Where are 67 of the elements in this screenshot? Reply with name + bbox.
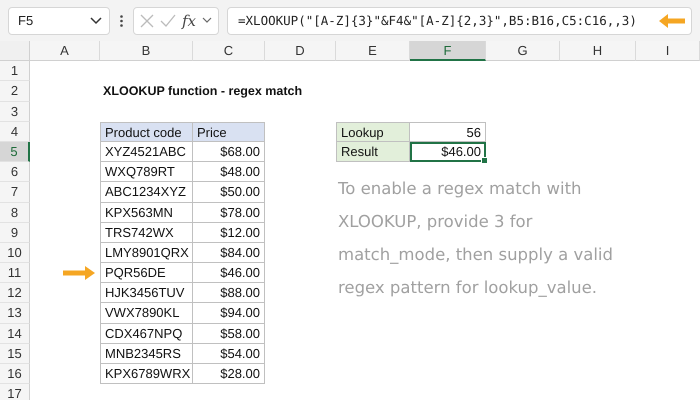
row-header[interactable]: 10 (0, 242, 30, 264)
row-header[interactable]: 5 (0, 142, 30, 162)
table-cell: KPX6789WRX (100, 364, 193, 384)
table-cell: MNB2345RS (100, 344, 193, 364)
row-header[interactable]: 2 (0, 81, 30, 102)
table-cell: PQR56DE (100, 263, 193, 284)
row-header[interactable]: 13 (0, 303, 30, 324)
table-cell: $68.00 (193, 142, 265, 162)
cancel-icon[interactable] (140, 14, 154, 28)
row-header[interactable]: 14 (0, 324, 30, 344)
table-cell: WXQ789RT (100, 162, 193, 182)
table-header-cell: Product code (100, 122, 193, 142)
table-cell: $46.00 (193, 263, 265, 284)
column-header[interactable]: E (336, 41, 410, 62)
label-cell: Result (336, 142, 410, 162)
insert-function-button[interactable]: fx (182, 12, 196, 30)
table-cell: ABC1234XYZ (100, 182, 193, 202)
column-header[interactable]: I (636, 41, 700, 62)
table-cell: $50.00 (193, 182, 265, 202)
value-cell[interactable]: 56 (410, 122, 486, 142)
row-header[interactable]: 11 (0, 263, 30, 284)
column-header[interactable]: G (486, 41, 560, 62)
sheet-title: XLOOKUP function - regex match (103, 84, 302, 98)
table-header-cell: Price (193, 122, 265, 142)
table-cell: CDX467NPQ (100, 324, 193, 344)
name-box[interactable]: F5 (8, 6, 110, 34)
note-text: To enable a regex match with XLOOKUP, provide 3 for match_mode, then supply a valid regex pattern for lookup_value. (338, 178, 614, 300)
table-cell: VWX7890KL (100, 303, 193, 324)
table-cell: KPX563MN (100, 202, 193, 223)
table-cell: LMY8901QRX (100, 242, 193, 264)
column-header[interactable]: C (193, 41, 265, 62)
column-header[interactable]: H (560, 41, 636, 62)
column-header[interactable]: D (265, 41, 336, 62)
row-header[interactable]: 16 (0, 364, 30, 384)
column-header[interactable]: B (100, 41, 193, 62)
column-header[interactable]: F (410, 41, 486, 62)
table-cell: HJK3456TUV (100, 283, 193, 304)
row-header[interactable]: 15 (0, 344, 30, 364)
row-header[interactable]: 4 (0, 122, 30, 142)
table-cell: $94.00 (193, 303, 265, 324)
table-cell: $12.00 (193, 222, 265, 243)
table-cell: $28.00 (193, 364, 265, 384)
table-cell: $84.00 (193, 242, 265, 264)
table-cell: XYZ4521ABC (100, 142, 193, 162)
row-header[interactable]: 12 (0, 283, 30, 304)
table-cell: $58.00 (193, 324, 265, 344)
table-cell: $54.00 (193, 344, 265, 364)
row-header[interactable]: 3 (0, 102, 30, 122)
row-header[interactable]: 7 (0, 182, 30, 202)
column-header[interactable]: A (30, 41, 100, 62)
select-all-button[interactable] (0, 41, 30, 62)
check-icon[interactable] (160, 14, 176, 27)
row-header[interactable]: 9 (0, 222, 30, 243)
table-cell: $78.00 (193, 202, 265, 223)
chevron-down-icon (90, 16, 102, 24)
value-cell[interactable]: $46.00 (410, 142, 486, 162)
formula-field[interactable]: =XLOOKUP("[A-Z]{3}"&F4&"[A-Z]{2,3}",B5:B16,C5:C16,,3) (227, 6, 692, 34)
table-cell: TRS742WX (100, 222, 193, 243)
table-cell: $48.00 (193, 162, 265, 182)
row-header[interactable]: 6 (0, 162, 30, 182)
label-cell: Lookup (336, 122, 410, 142)
chevron-down-icon[interactable] (202, 17, 212, 24)
row-header[interactable]: 17 (0, 384, 30, 400)
row-header[interactable]: 8 (0, 202, 30, 223)
more-icon[interactable] (120, 14, 123, 26)
row-header[interactable]: 1 (0, 61, 30, 82)
table-cell: $88.00 (193, 283, 265, 304)
